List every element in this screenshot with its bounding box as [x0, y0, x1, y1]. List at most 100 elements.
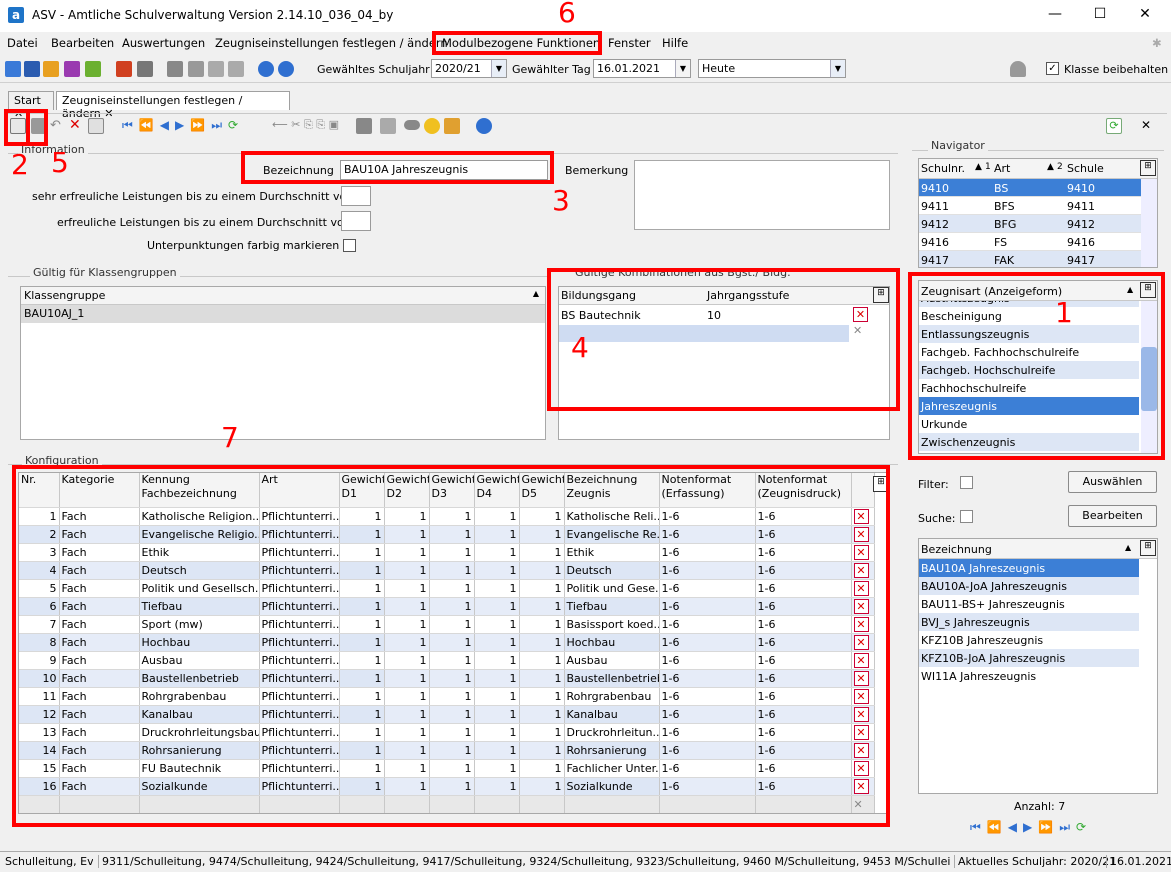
flash2-icon[interactable]	[228, 61, 244, 77]
menu-auswertungen[interactable]: Auswertungen	[122, 36, 205, 50]
chevron-down-icon[interactable]: ▼	[830, 60, 845, 77]
link-icon[interactable]	[404, 120, 420, 130]
annotation-box-7	[12, 465, 890, 827]
sehr-erfreulich-label: sehr erfreuliche Leistungen bis zu einem…	[32, 190, 354, 203]
status-user: Schulleitung, Eva	[5, 855, 93, 868]
sort-up-icon: ▲	[1125, 543, 1132, 552]
list-item[interactable]: WI11A Jahreszeugnis	[919, 667, 1139, 685]
brush-icon[interactable]	[444, 118, 460, 134]
bulb-icon[interactable]	[424, 118, 440, 134]
bearbeiten-button[interactable]: Bearbeiten	[1068, 505, 1157, 527]
record-navigation[interactable]: ⏮ ⏪ ◀ ▶ ⏩ ⏭ ⟳	[122, 118, 244, 133]
form-icon[interactable]	[88, 118, 104, 134]
copy-icon[interactable]	[167, 61, 183, 77]
art-header[interactable]: Art	[994, 162, 1010, 175]
schuljahr-label: Gewähltes Schuljahr	[317, 63, 430, 76]
message-icon[interactable]	[85, 61, 101, 77]
menu-zeugniseinstellungen[interactable]: Zeugniseinstellungen festlegen / ändern	[215, 36, 448, 50]
calculator-icon[interactable]	[137, 61, 153, 77]
erfreulich-input[interactable]	[341, 211, 371, 231]
tab-start[interactable]: Start ✕	[8, 91, 54, 120]
erfreulich-label: erfreuliche Leistungen bis zu einem Durc…	[57, 216, 351, 229]
schuljahr-select[interactable]: 2020/21 ▼	[431, 59, 507, 78]
schule-header[interactable]: Schule	[1067, 162, 1104, 175]
heute-select[interactable]: Heute ▼	[698, 59, 846, 78]
app-icon: a	[8, 7, 24, 23]
unterpunktungen-checkbox[interactable]	[343, 239, 356, 252]
prev-page-icon: ⏪	[986, 820, 1002, 834]
menu-fenster[interactable]: Fenster	[608, 36, 651, 50]
close-icon[interactable]: ✕	[1141, 118, 1151, 132]
list-item[interactable]: BAU11-BS+ Jahreszeugnis	[919, 595, 1139, 613]
main-toolbar: Gewähltes Schuljahr 2020/21 ▼ Gewählter T…	[0, 55, 1171, 83]
document-icon[interactable]	[188, 61, 204, 77]
sehr-erfreulich-input[interactable]	[341, 186, 371, 206]
schulen-scrollbar[interactable]	[1141, 179, 1157, 267]
filter-label: Filter:	[918, 478, 949, 491]
navigator-navigation[interactable]: ⏮ ⏪ ◀ ▶ ⏩ ⏭ ⟳	[970, 820, 1092, 835]
chevron-down-icon[interactable]: ▼	[491, 60, 506, 77]
column-chooser-icon[interactable]: ⊞	[1140, 160, 1156, 176]
bezeichnung-header[interactable]: Bezeichnung	[921, 543, 992, 556]
menu-hilfe[interactable]: Hilfe	[662, 36, 688, 50]
table-row[interactable]: 9411 BFS 9411	[919, 197, 1157, 215]
tab-zeugniseinstellungen[interactable]: Zeugniseinstellungen festlegen / ändern …	[56, 91, 290, 120]
next-page-icon: ⏩	[190, 118, 206, 132]
klasse-label: Klasse beibehalten	[1064, 63, 1169, 76]
book-icon[interactable]	[116, 61, 132, 77]
delete-icon[interactable]: ✕	[69, 117, 85, 133]
sort-up-icon: ▲	[975, 162, 982, 172]
annotation-box-3	[241, 151, 554, 184]
list-item[interactable]: BAU10A-JoA Jahreszeugnis	[919, 577, 1139, 595]
refresh-icon[interactable]: ⟳	[1106, 118, 1122, 134]
print-preview-icon[interactable]	[380, 118, 396, 134]
suche-label: Suche:	[918, 512, 956, 525]
help-icon[interactable]	[476, 118, 492, 134]
print-icon[interactable]	[356, 118, 372, 134]
list-item[interactable]: BAU10A Jahreszeugnis	[919, 559, 1139, 577]
help-icon[interactable]	[278, 61, 294, 77]
annotation-box-1	[908, 272, 1165, 460]
filter-checkbox[interactable]	[960, 476, 973, 489]
table-row[interactable]: 9410 BS 9410	[919, 179, 1157, 197]
tag-field[interactable]: 16.01.2021 ▼	[593, 59, 691, 78]
people-icon[interactable]	[43, 61, 59, 77]
table-row[interactable]: BAU10AJ_1	[21, 305, 545, 323]
edit-tools-icons[interactable]: ⟵ ✂ ⎘ ⎘ ▣	[272, 118, 339, 132]
table-row[interactable]: 9417 FAK 9417	[919, 251, 1157, 267]
first-icon: ⏮	[970, 820, 981, 834]
gear-icon: ✱	[1152, 36, 1162, 50]
column-chooser-icon[interactable]: ⊞	[1140, 540, 1156, 556]
bemerkung-textarea[interactable]	[634, 160, 890, 230]
minimize-button[interactable]: —	[1045, 6, 1065, 22]
list-item[interactable]: KFZ10B-JoA Jahreszeugnis	[919, 649, 1139, 667]
lock-icon[interactable]	[1010, 61, 1026, 77]
annotation-7: 7	[221, 421, 239, 454]
schulen-table: Schulnr. ▲ 1 Art ▲ 2 Schule ⊞ 9410 BS 9410 94…	[918, 158, 1158, 268]
calendar-dropdown-icon[interactable]: ▼	[675, 60, 690, 77]
menu-bearbeiten[interactable]: Bearbeiten	[51, 36, 114, 50]
flash-icon[interactable]	[208, 61, 224, 77]
table-row[interactable]: 9416 FS 9416	[919, 233, 1157, 251]
annotation-5: 5	[51, 146, 69, 179]
auswaehlen-button[interactable]: Auswählen	[1068, 471, 1157, 493]
users-icon[interactable]	[5, 61, 21, 77]
refresh-icon: ⟳	[1076, 820, 1087, 834]
klassengruppe-header[interactable]: Klassengruppe ▲	[21, 287, 545, 305]
undo-icon[interactable]: ↶	[50, 118, 66, 134]
klassengruppen-table: Klassengruppe ▲ BAU10AJ_1	[20, 286, 546, 440]
suche-checkbox[interactable]	[960, 510, 973, 523]
list-item[interactable]: BVJ_s Jahreszeugnis	[919, 613, 1139, 631]
klasse-checkbox[interactable]: ✓	[1046, 62, 1059, 75]
chat-icon[interactable]	[64, 61, 80, 77]
info-icon[interactable]	[258, 61, 274, 77]
table-row[interactable]: 9412 BFG 9412	[919, 215, 1157, 233]
id-card-icon[interactable]	[24, 61, 40, 77]
menu-datei[interactable]: Datei	[7, 36, 38, 50]
refresh-icon: ⟳	[228, 118, 239, 132]
schulnr-header[interactable]: Schulnr.	[921, 162, 965, 175]
status-datum: 16.01.2021	[1106, 855, 1171, 868]
close-button[interactable]: ✕	[1135, 6, 1155, 22]
maximize-button[interactable]: ☐	[1090, 6, 1110, 22]
list-item[interactable]: KFZ10B Jahreszeugnis	[919, 631, 1139, 649]
